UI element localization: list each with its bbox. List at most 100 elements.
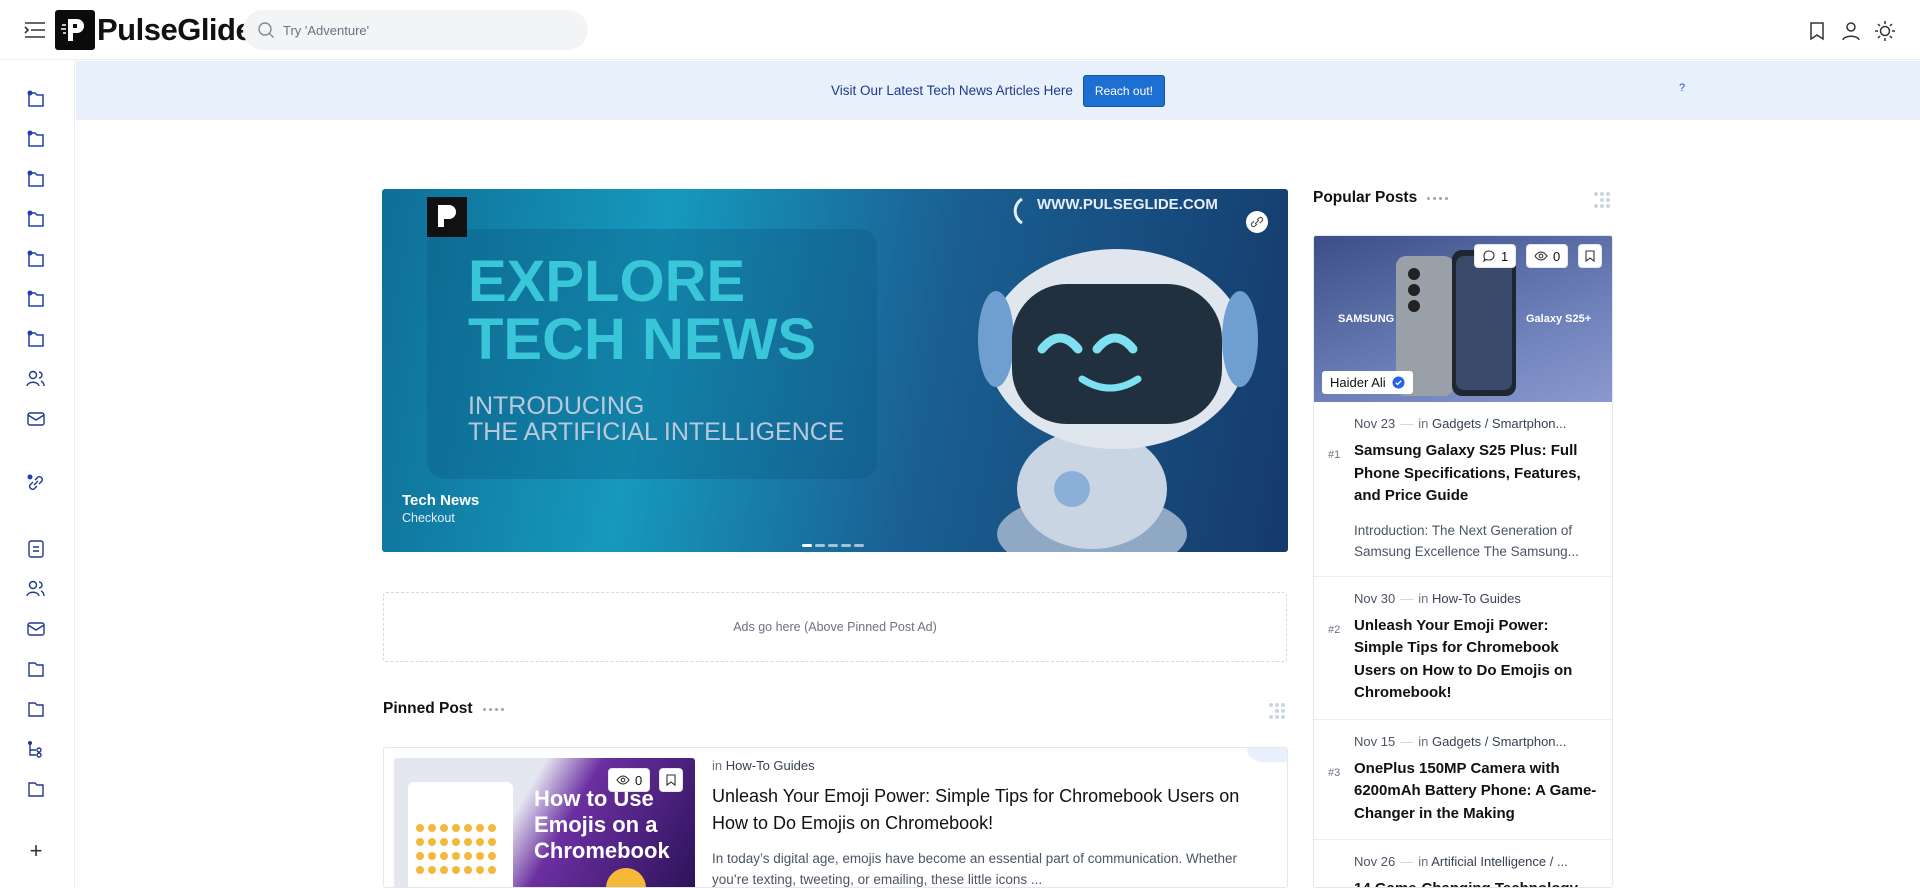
hero-headline-2: TECH NEWS [468, 307, 816, 372]
slide-dot[interactable] [854, 544, 864, 547]
hero-headline-1: EXPLORE [468, 249, 745, 314]
in-label: in [1418, 590, 1429, 606]
comment-icon [1483, 250, 1495, 263]
folder-icon[interactable] [25, 778, 47, 800]
views-count: 0 [635, 772, 643, 788]
slide-dot[interactable] [828, 544, 838, 547]
folder-icon[interactable] [25, 328, 47, 350]
brand-name: PulseGlide [97, 12, 253, 47]
post-rank: #1 [1328, 449, 1341, 461]
file-icon[interactable] [25, 538, 47, 560]
search-bar[interactable] [243, 10, 588, 50]
folder-icon[interactable] [25, 288, 47, 310]
author-name[interactable]: Haider Ali [1330, 375, 1386, 390]
post-date: Nov 23 [1354, 416, 1396, 431]
pinned-heading: Pinned Post [383, 700, 504, 718]
in-label: in [1418, 733, 1429, 749]
slide-dot[interactable] [841, 544, 851, 547]
users-icon[interactable] [25, 578, 47, 600]
pinned-heading-text: Pinned Post [383, 700, 473, 717]
folder-icon[interactable] [25, 248, 47, 270]
announcement-text[interactable]: Visit Our Latest Tech News Articles Here [831, 83, 1073, 98]
add-button[interactable]: + [25, 840, 47, 862]
author-badge[interactable]: Haider Ali [1322, 371, 1413, 394]
pinned-title[interactable]: Unleash Your Emoji Power: Simple Tips fo… [712, 783, 1272, 837]
link-icon[interactable] [1246, 211, 1268, 233]
pinned-category[interactable]: How-To Guides [726, 758, 815, 773]
popular-post-item[interactable]: Nov 30— in How-To Guides #2 Unleash Your … [1314, 577, 1612, 720]
popular-posts-panel: SAMSUNG Galaxy S25+ 1 0 Haider Ali Nov 2… [1313, 235, 1613, 888]
popular-heading-text: Popular Posts [1313, 189, 1418, 206]
slide-dot[interactable] [815, 544, 825, 547]
post-category[interactable]: Artificial Intelligence / ... [1431, 854, 1568, 869]
post-title[interactable]: Unleash Your Emoji Power: Simple Tips fo… [1354, 615, 1598, 705]
eye-icon [616, 775, 630, 785]
bookmark-icon [1585, 250, 1595, 263]
sun-icon[interactable] [1874, 20, 1896, 42]
post-category[interactable]: Gadgets / Smartphon... [1432, 416, 1566, 431]
site-logo[interactable]: PulseGlide [55, 10, 253, 50]
top-bar: PulseGlide [0, 0, 1920, 60]
views-count: 0 [1553, 248, 1561, 264]
in-label: in [1418, 854, 1429, 869]
link-icon[interactable] [25, 472, 47, 494]
folder-icon[interactable] [25, 128, 47, 150]
reach-out-button[interactable]: Reach out! [1082, 74, 1165, 107]
comments-badge: 1 [1474, 244, 1517, 268]
ad-placeholder: Ads go here (Above Pinned Post Ad) [383, 592, 1287, 662]
folder-icon[interactable] [25, 658, 47, 680]
popular-post-item[interactable]: Nov 26— in Artificial Intelligence / ... … [1314, 840, 1612, 887]
search-input[interactable] [283, 22, 563, 38]
verified-icon [1392, 376, 1405, 389]
folder-icon[interactable] [25, 88, 47, 110]
users-icon[interactable] [25, 368, 47, 390]
user-icon[interactable] [1840, 20, 1862, 42]
menu-toggle-icon[interactable] [22, 18, 48, 42]
logo-mark [55, 10, 95, 50]
slider-dots[interactable] [802, 544, 864, 547]
samsung-brand-text: SAMSUNG [1338, 313, 1395, 325]
post-meta: Nov 15— in Gadgets / Smartphon... [1354, 733, 1567, 749]
drag-handle-icon[interactable] [1592, 190, 1612, 210]
post-category[interactable]: How-To Guides [1432, 591, 1521, 606]
post-meta: Nov 23— in Gadgets / Smartphon... [1354, 416, 1567, 431]
corner-decoration [1247, 748, 1287, 762]
hero-caption-sub[interactable]: Checkout [402, 511, 479, 525]
hierarchy-icon[interactable] [25, 738, 47, 760]
post-date: Nov 15 [1354, 733, 1396, 749]
post-category[interactable]: Gadgets / Smartphon... [1432, 734, 1566, 749]
post-date: Nov 26 [1354, 854, 1396, 869]
popular-post-item[interactable]: Nov 15— in Gadgets / Smartphon... #3 OneP… [1314, 720, 1612, 840]
post-rank: #3 [1328, 766, 1341, 779]
pinned-meta: in How-To Guides [712, 758, 815, 773]
bookmark-icon [666, 774, 676, 787]
bookmark-button[interactable] [1578, 244, 1602, 268]
featured-image[interactable]: SAMSUNG Galaxy S25+ 1 0 Haider Ali [1314, 236, 1612, 402]
close-announcement-icon[interactable]: ? [1679, 82, 1685, 94]
folder-icon[interactable] [25, 208, 47, 230]
hero-slider[interactable]: EXPLORE TECH NEWS INTRODUCING THE ARTIFI… [382, 189, 1288, 552]
bookmark-button[interactable] [659, 768, 683, 792]
folder-icon[interactable] [25, 698, 47, 720]
mail-check-icon[interactable] [25, 408, 47, 430]
slide-dot[interactable] [802, 544, 812, 547]
hero-artwork: EXPLORE TECH NEWS INTRODUCING THE ARTIFI… [427, 196, 1258, 552]
pinned-thumbnail[interactable]: How to Use Emojis on a Chromebook 0 [394, 758, 695, 887]
hero-sub-1: INTRODUCING [468, 392, 644, 420]
sidebar: + [0, 60, 75, 888]
folder-icon[interactable] [25, 168, 47, 190]
mail-check-icon[interactable] [25, 618, 47, 640]
post-date: Nov 30 [1354, 590, 1396, 606]
popular-post-item[interactable]: Nov 23— in Gadgets / Smartphon... #1 Sams… [1314, 402, 1612, 577]
post-title[interactable]: OnePlus 150MP Camera with 6200mAh Batter… [1354, 758, 1598, 826]
pinned-post-card[interactable]: How to Use Emojis on a Chromebook 0 in H… [383, 747, 1288, 888]
views-badge: 0 [1526, 244, 1569, 268]
hero-caption[interactable]: Tech News Checkout [402, 492, 479, 525]
post-title[interactable]: Samsung Galaxy S25 Plus: Full Phone Spec… [1354, 440, 1598, 508]
hero-caption-title[interactable]: Tech News [402, 492, 479, 509]
drag-handle-icon[interactable] [1267, 701, 1287, 721]
dots-decoration [1427, 196, 1449, 200]
announcement-bar: Visit Our Latest Tech News Articles Here… [76, 61, 1920, 120]
post-title[interactable]: 14 Game-Changing Technology [1354, 878, 1598, 887]
bookmark-icon[interactable] [1806, 20, 1828, 42]
